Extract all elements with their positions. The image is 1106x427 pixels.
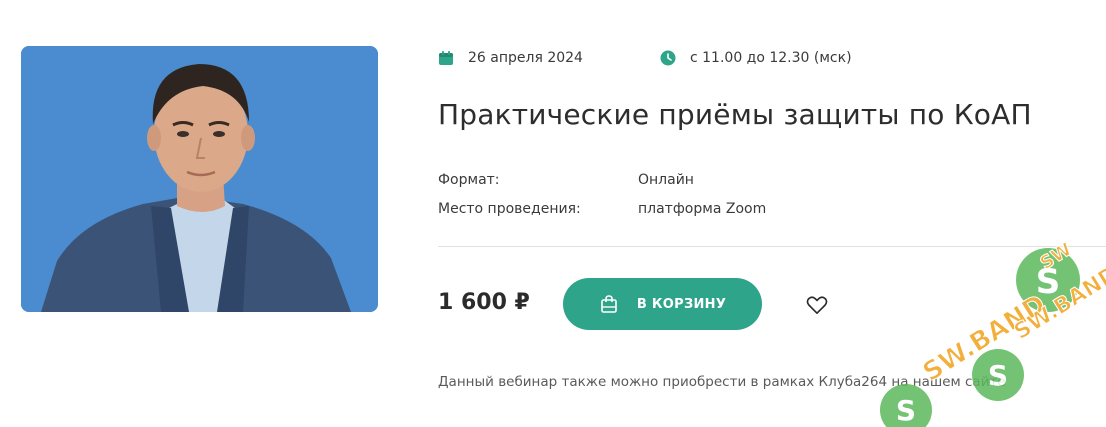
clock-icon: [660, 50, 676, 66]
event-time-text: с 11.00 до 12.30 (мск): [690, 50, 852, 66]
club-note: Данный вебинар также можно приобрести в …: [438, 374, 1006, 390]
speaker-portrait: [21, 46, 378, 312]
price: 1 600 ₽: [438, 290, 530, 315]
divider: [438, 246, 1106, 247]
speaker-photo: [21, 46, 378, 312]
svg-text:S: S: [896, 394, 916, 427]
watermark-logo: S S S SW.BAND SW.BAND SW: [880, 238, 1106, 427]
detail-label: Формат:: [438, 172, 500, 188]
detail-value: платформа Zoom: [638, 201, 767, 217]
shopping-bag-icon: [601, 295, 617, 313]
svg-text:S: S: [1036, 262, 1061, 302]
svg-text:SW: SW: [1037, 239, 1076, 274]
add-to-cart-button[interactable]: В КОРЗИНУ: [563, 278, 762, 330]
calendar-icon: [439, 51, 453, 65]
detail-value: Онлайн: [638, 172, 694, 188]
event-date-text: 26 апреля 2024: [468, 50, 583, 66]
detail-label: Место проведения:: [438, 201, 581, 217]
add-to-cart-label: В КОРЗИНУ: [636, 296, 727, 312]
svg-text:SW.BAND: SW.BAND: [1010, 262, 1106, 345]
event-date: 26 апреля 2024: [438, 47, 583, 69]
page-title: Практические приёмы защиты по КоАП: [438, 98, 1032, 131]
heart-icon: [806, 296, 828, 314]
favorite-button[interactable]: [804, 292, 830, 318]
event-time: с 11.00 до 12.30 (мск): [660, 47, 852, 69]
